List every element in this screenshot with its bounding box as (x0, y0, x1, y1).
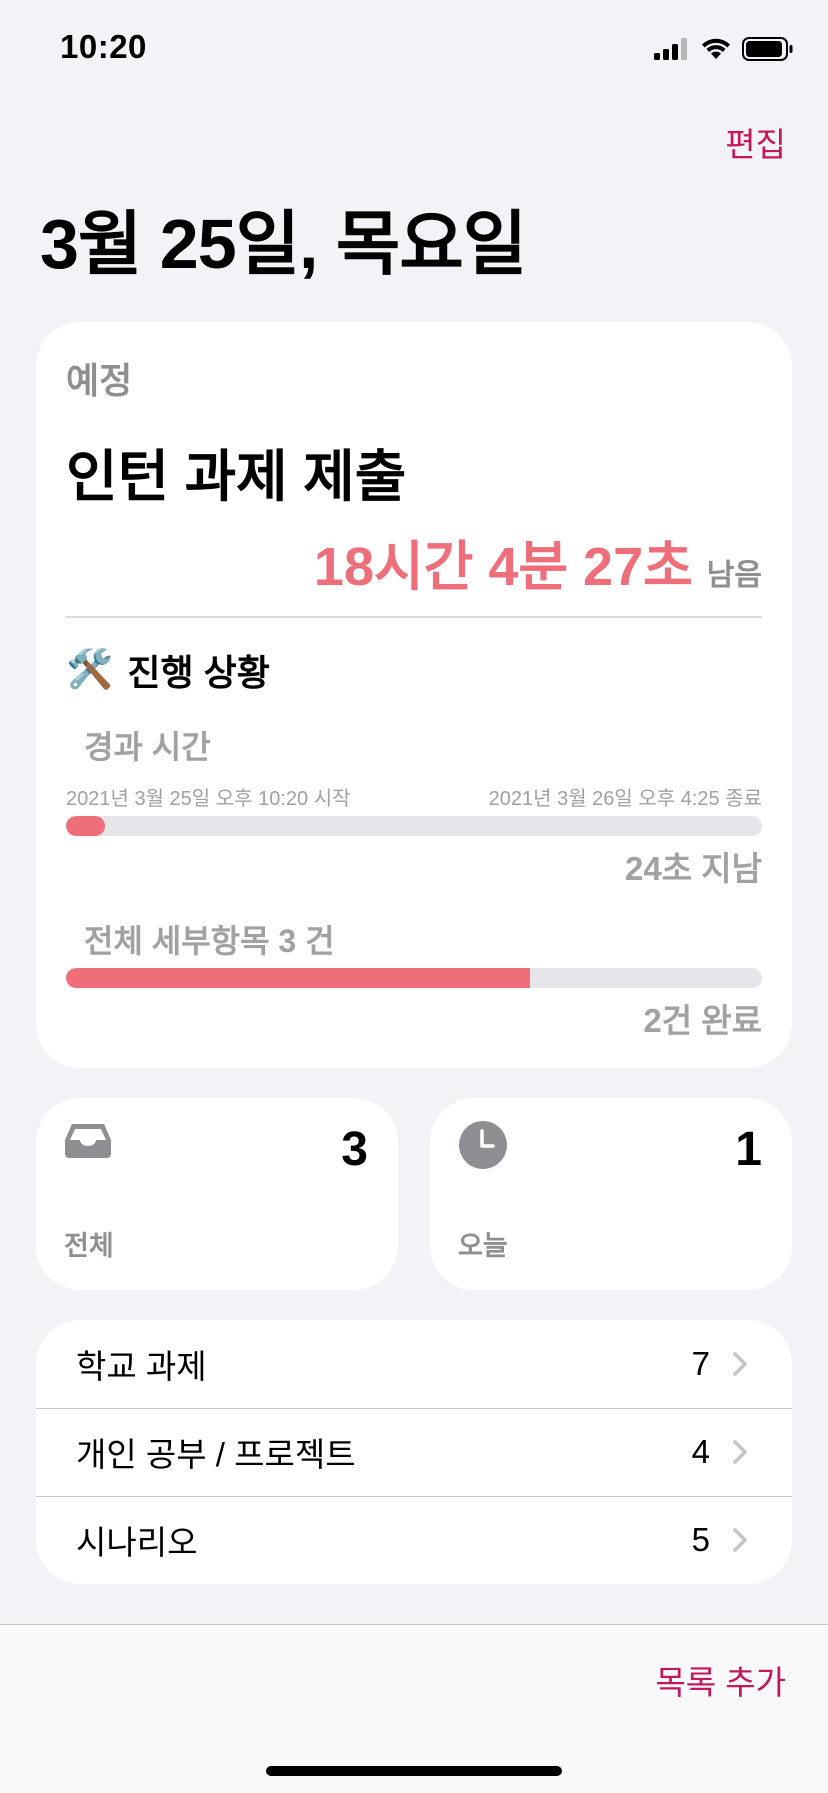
list-item[interactable]: 시나리오 5 (36, 1496, 792, 1584)
list-name: 학교 과제 (76, 1348, 207, 1385)
clock-icon (459, 1121, 507, 1169)
section-label: 예정 (66, 360, 133, 401)
subtasks-prefix: 전체 세부항목 (84, 923, 270, 959)
chevron-right-icon (733, 1440, 747, 1464)
battery-icon (742, 37, 793, 61)
divider (66, 616, 762, 618)
start-timestamp: 2021년 3월 25일 오후 10:20 시작 (66, 788, 351, 810)
home-indicator (266, 1766, 562, 1776)
subtasks-total: 3 (278, 923, 297, 959)
scheduled-task-card[interactable]: 예정 인턴 과제 제출 18시간 4분 27초 남음 🛠️ 진행 상황 경과 시… (36, 322, 792, 1068)
subtasks-progress-fill (66, 968, 531, 988)
my-lists: 학교 과제 7 개인 공부 / 프로젝트 4 시나리오 5 (36, 1320, 792, 1584)
tray-icon (65, 1124, 111, 1158)
progress-heading: 🛠️ 진행 상황 (66, 644, 270, 696)
list-name: 시나리오 (76, 1524, 198, 1561)
status-time: 10:20 (60, 28, 147, 65)
elapsed-progress-fill (66, 816, 105, 836)
remaining-time-row: 18시간 4분 27초 남음 (314, 522, 762, 601)
chevron-right-icon (733, 1352, 747, 1376)
remaining-time: 18시간 4분 27초 (313, 537, 693, 597)
elapsed-progress-bar (66, 816, 762, 836)
subtasks-done-note: 2건 완료 (643, 994, 762, 1042)
progress-heading-label: 진행 상황 (127, 652, 270, 693)
elapsed-value: 24 (625, 850, 662, 887)
list-item[interactable]: 학교 과제 7 (36, 1320, 792, 1408)
subtasks-label: 전체 세부항목 3 건 (84, 916, 335, 962)
end-timestamp: 2021년 3월 26일 오후 4:25 종료 (488, 788, 762, 810)
list-count: 5 (691, 1521, 710, 1558)
all-count: 3 (341, 1123, 368, 1176)
list-item[interactable]: 개인 공부 / 프로젝트 4 (36, 1408, 792, 1496)
today-count: 1 (735, 1123, 762, 1176)
add-list-button[interactable]: 목록 추가 (655, 1656, 786, 1704)
list-count: 7 (691, 1345, 710, 1382)
remaining-suffix: 남음 (706, 559, 762, 592)
task-title: 인턴 과제 제출 (66, 445, 407, 508)
list-name: 개인 공부 / 프로젝트 (76, 1436, 356, 1473)
status-icons (654, 34, 794, 64)
all-label: 전체 (64, 1231, 114, 1261)
today-label: 오늘 (458, 1231, 508, 1261)
elapsed-label: 경과 시간 (84, 729, 211, 765)
subtasks-suffix: 건 (305, 923, 335, 959)
tools-icon: 🛠️ (66, 649, 114, 691)
list-count: 4 (691, 1433, 710, 1470)
today-card[interactable]: 1 오늘 (430, 1098, 792, 1290)
subtasks-done-suffix: 건 완료 (661, 1002, 762, 1039)
page-title: 3월 25일, 목요일 (40, 205, 527, 283)
subtasks-progress-bar (66, 968, 762, 988)
elapsed-suffix: 초 지남 (661, 850, 762, 887)
chevron-right-icon (733, 1528, 747, 1552)
cellular-signal-icon (654, 38, 687, 60)
all-reminders-card[interactable]: 3 전체 (36, 1098, 398, 1290)
subtasks-done-value: 2 (643, 1002, 662, 1039)
wifi-icon (702, 38, 730, 59)
elapsed-note: 24초 지남 (625, 842, 762, 890)
edit-button[interactable]: 편집 (725, 118, 786, 166)
